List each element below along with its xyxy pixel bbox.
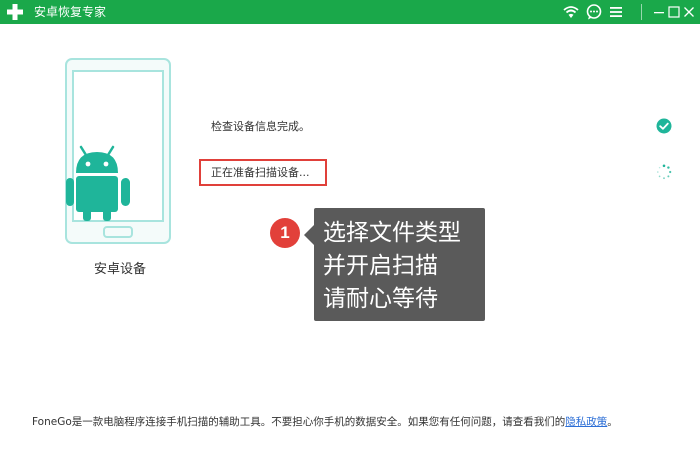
- chat-icon[interactable]: [585, 3, 603, 21]
- step-check-device-done: 检查设备信息完成。: [211, 120, 310, 133]
- callout-line: 并开启扫描: [323, 253, 438, 279]
- step-number-badge: 1: [270, 218, 300, 248]
- footer-disclaimer: FoneGo是一款电脑程序连接手机扫描的辅助工具。不要担心你手机的数据安全。如果…: [32, 416, 632, 429]
- title-bar: 安卓恢复专家: [0, 0, 700, 24]
- device-label: 安卓设备: [93, 262, 146, 277]
- privacy-policy-link[interactable]: 隐私政策: [565, 416, 607, 428]
- titlebar-divider: [641, 4, 642, 20]
- instruction-callout: 选择文件类型 并开启扫描 请耐心等待: [314, 208, 485, 321]
- loading-spinner-icon: [657, 164, 672, 180]
- footer-text: FoneGo是一款电脑程序连接手机扫描的辅助工具。不要担心你手机的数据安全。如果…: [32, 416, 566, 428]
- callout-line: 请耐心等待: [323, 286, 438, 312]
- window-title: 安卓恢复专家: [34, 5, 107, 19]
- footer-trailing: 。: [607, 416, 618, 428]
- step-preparing-scan: 正在准备扫描设备...: [211, 166, 310, 179]
- android-phone-illustration: [65, 58, 171, 244]
- callout-pointer: [304, 225, 314, 245]
- app-plus-logo-icon: [7, 4, 23, 20]
- check-circle-icon: [656, 118, 672, 134]
- callout-line: 选择文件类型: [323, 220, 461, 246]
- wifi-icon[interactable]: [562, 3, 580, 21]
- menu-icon[interactable]: [607, 3, 625, 21]
- close-icon[interactable]: [680, 3, 698, 21]
